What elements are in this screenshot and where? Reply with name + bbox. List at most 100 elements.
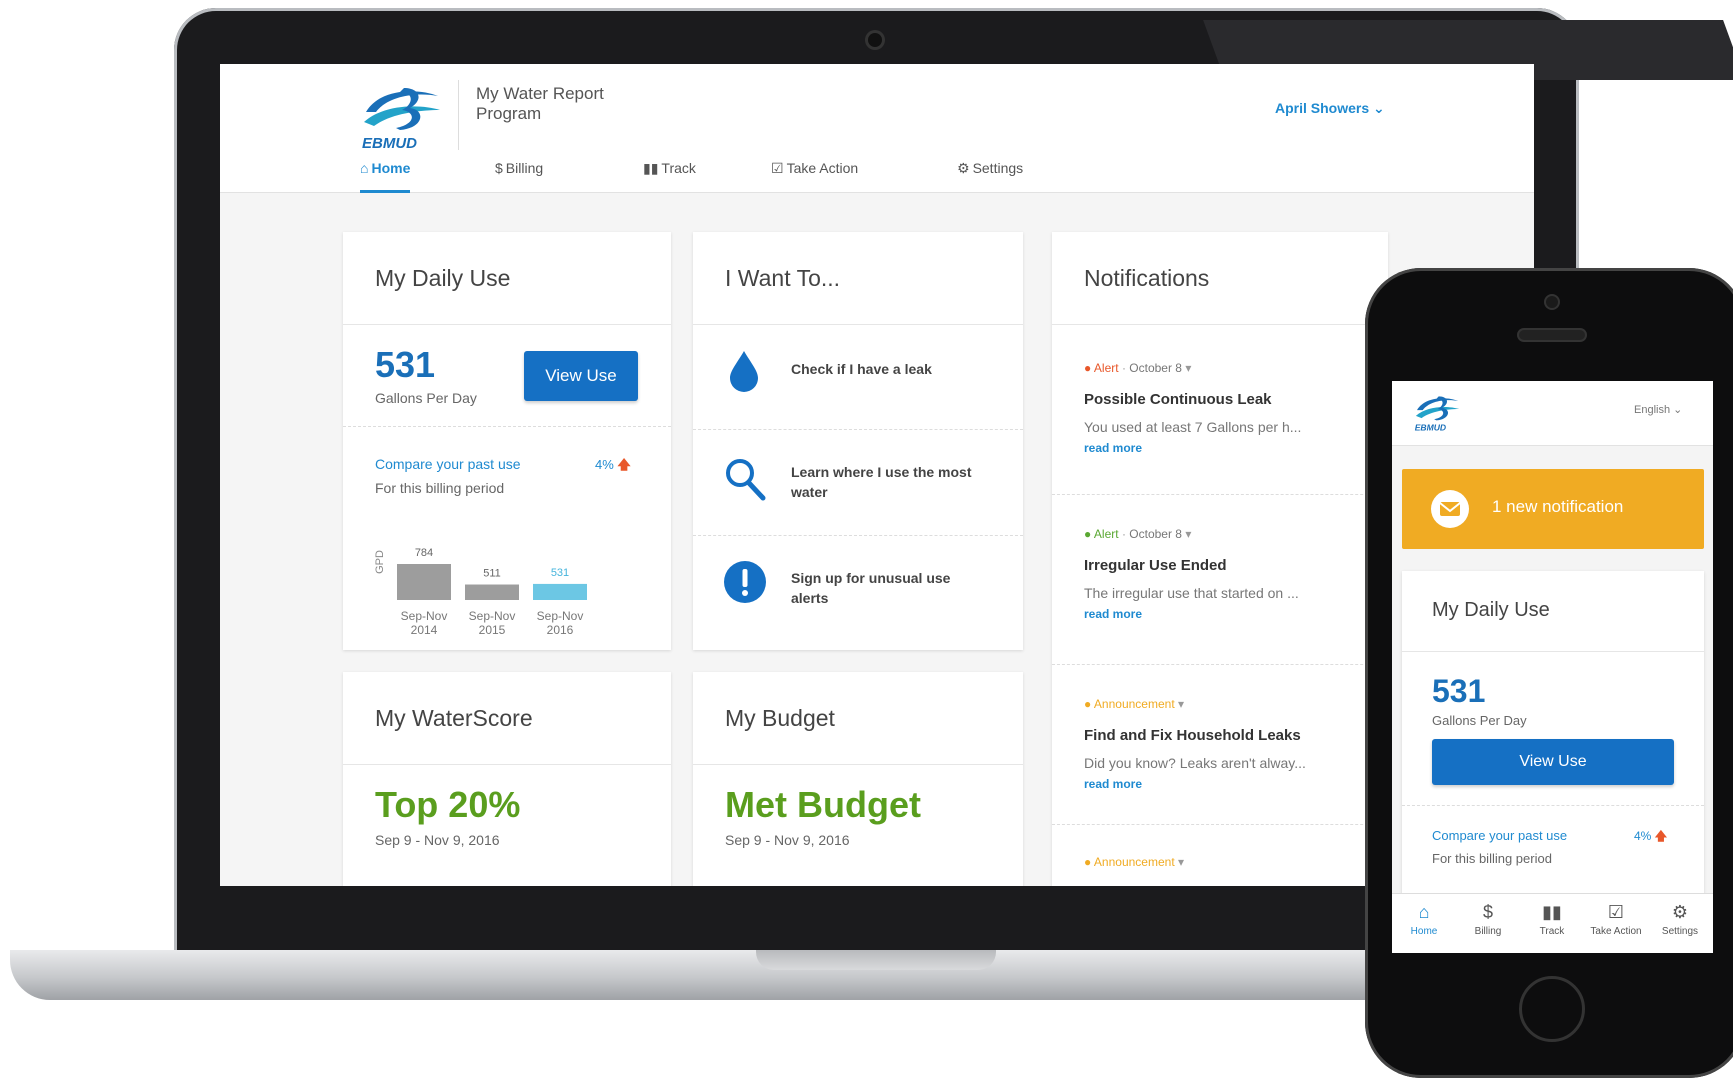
announcement-icon: ● xyxy=(1084,855,1092,869)
phone-home-button[interactable] xyxy=(1519,976,1585,1042)
bar-category-label: 2014 xyxy=(411,623,438,637)
gear-icon: ⚙ xyxy=(1671,902,1689,922)
tab-settings[interactable]: ⚙ Settings xyxy=(1648,902,1712,937)
announcement-icon: ● xyxy=(1084,697,1092,711)
brand-name: EBMUD xyxy=(1415,423,1446,433)
checkbox-icon: ☑ xyxy=(1607,902,1625,922)
divider xyxy=(343,426,671,427)
chevron-down-icon: ▾ xyxy=(1185,527,1192,541)
tab-home[interactable]: ⌂ Home xyxy=(1392,902,1456,937)
billing-period-text: For this billing period xyxy=(375,480,505,496)
budget-period: Sep 9 - Nov 9, 2016 xyxy=(725,832,850,848)
program-title: My Water Report Program xyxy=(476,84,604,123)
notification-type: Alert xyxy=(1093,361,1119,375)
separator: · xyxy=(1118,361,1130,375)
phone-view-use-button[interactable]: View Use xyxy=(1432,739,1674,785)
nav-billing[interactable]: $ Billing xyxy=(495,160,543,190)
user-menu[interactable]: April Showers ⌄ xyxy=(1275,100,1385,117)
phone-compare-link[interactable]: Compare your past use xyxy=(1432,828,1567,843)
phone-daily-use-title: My Daily Use xyxy=(1432,599,1550,621)
tab-take-action[interactable]: ☑ Take Action xyxy=(1584,902,1648,937)
laptop-notch xyxy=(756,950,996,970)
want-item-leak[interactable]: Check if I have a leak xyxy=(693,325,1023,425)
notifications-title: Notifications xyxy=(1052,232,1388,325)
bar-chart-icon: ▮▮ xyxy=(643,160,659,176)
phone-camera xyxy=(1546,296,1558,308)
notification-title: Irregular Use Ended xyxy=(1084,557,1227,574)
bar-chart-icon: ▮▮ xyxy=(1542,902,1562,922)
want-item-label: Sign up for unusual use alerts xyxy=(791,570,951,606)
bar-value-label: 511 xyxy=(483,568,501,580)
chevron-down-icon: ⌄ xyxy=(1373,100,1385,116)
ebmud-logo[interactable]: EBMUD xyxy=(1412,393,1462,433)
bar-2 xyxy=(533,583,587,600)
compare-past-use-link[interactable]: Compare your past use xyxy=(375,456,521,472)
home-icon: ⌂ xyxy=(360,160,369,176)
exclamation-icon xyxy=(724,561,766,603)
phone-header: EBMUD English ⌄ xyxy=(1392,381,1713,446)
top-bar: EBMUD My Water Report Program April Show… xyxy=(220,64,1534,193)
tab-billing[interactable]: $ Billing xyxy=(1456,902,1520,937)
bar-category-label: 2016 xyxy=(547,623,574,637)
gear-icon: ⚙ xyxy=(957,160,970,176)
divider xyxy=(1402,651,1704,652)
notification-meta: ● Announcement ▾ xyxy=(1084,855,1184,869)
banner-text: 1 new notification xyxy=(1492,497,1624,516)
tab-take-action-label: Take Action xyxy=(1590,926,1642,937)
notification-item[interactable]: ● Announcement ▾ xyxy=(1052,825,1388,886)
notification-item[interactable]: ● Alert · October 8 ▾ Possible Continuou… xyxy=(1052,325,1388,475)
bar-category-label: Sep-Nov xyxy=(401,609,448,623)
notification-meta: ● Alert · October 8 ▾ xyxy=(1084,361,1191,375)
phone-speaker xyxy=(1519,330,1585,340)
notification-banner[interactable]: 1 new notification xyxy=(1402,469,1704,549)
budget-card: My Budget Met Budget Sep 9 - Nov 9, 2016 xyxy=(693,672,1023,886)
view-use-button[interactable]: View Use xyxy=(524,351,638,401)
waterscore-card: My WaterScore Top 20% Sep 9 - Nov 9, 201… xyxy=(343,672,671,886)
daily-use-unit: Gallons Per Day xyxy=(375,390,477,406)
notification-meta: ● Alert · October 8 ▾ xyxy=(1084,527,1191,541)
want-item-learn[interactable]: Learn where I use the most water xyxy=(693,430,1023,530)
bar-category-label: 2015 xyxy=(479,623,506,637)
water-drop-icon xyxy=(730,351,758,392)
alert-icon: ● xyxy=(1084,361,1092,375)
notification-body: The irregular use that started on ... xyxy=(1084,585,1299,601)
read-more-link[interactable]: read more xyxy=(1084,607,1142,621)
read-more-link[interactable]: read more xyxy=(1084,777,1142,791)
nav-track-label: Track xyxy=(661,160,696,176)
tab-settings-label: Settings xyxy=(1661,926,1699,937)
waterscore-title: My WaterScore xyxy=(343,672,671,765)
daily-use-card: My Daily Use 531 Gallons Per Day View Us… xyxy=(343,232,671,650)
ebmud-logo[interactable]: EBMUD xyxy=(360,82,442,152)
phone-tab-bar: ⌂ Home $ Billing ▮▮ Track ☑ Take Action ⚙ Set… xyxy=(1392,893,1713,953)
waterscore-value: Top 20% xyxy=(375,784,521,825)
chart-ylabel: GPD xyxy=(374,550,386,574)
arrow-up-icon: 🡅 xyxy=(617,457,631,472)
nav-settings[interactable]: ⚙ Settings xyxy=(957,160,1023,190)
tab-track[interactable]: ▮▮ Track xyxy=(1520,902,1584,937)
chevron-down-icon: ▾ xyxy=(1178,855,1185,869)
nav-track[interactable]: ▮▮ Track xyxy=(643,160,696,190)
nav-home[interactable]: ⌂ Home xyxy=(360,160,411,193)
want-item-alerts[interactable]: Sign up for unusual use alerts xyxy=(693,536,1023,636)
compare-pct-value: 4% xyxy=(595,457,614,472)
phone-screen: EBMUD English ⌄ 1 new notification My Da… xyxy=(1392,381,1713,953)
header-divider xyxy=(458,80,459,150)
notification-item[interactable]: ● Alert · October 8 ▾ Irregular Use Ende… xyxy=(1052,495,1388,645)
dollar-icon: $ xyxy=(1482,902,1493,922)
language-select[interactable]: English ⌄ xyxy=(1634,403,1682,416)
bar-0 xyxy=(397,564,451,600)
chevron-down-icon: ⌄ xyxy=(1673,404,1683,416)
nav-take-action[interactable]: ☑ Take Action xyxy=(771,160,858,190)
read-more-link[interactable]: read more xyxy=(1084,441,1142,455)
notification-title: Possible Continuous Leak xyxy=(1084,391,1272,408)
i-want-to-card: I Want To... Check if I have a leak Lear… xyxy=(693,232,1023,650)
nav-billing-label: Billing xyxy=(505,160,544,176)
i-want-to-title: I Want To... xyxy=(693,232,1023,325)
notification-type: Alert xyxy=(1093,527,1119,541)
notification-item[interactable]: ● Announcement ▾ Find and Fix Household … xyxy=(1052,665,1388,815)
phone-daily-use-card: My Daily Use 531 Gallons Per Day View Us… xyxy=(1402,571,1704,901)
waterscore-period: Sep 9 - Nov 9, 2016 xyxy=(375,832,500,848)
checkbox-icon: ☑ xyxy=(771,160,784,176)
usage-bar-chart: GPD 784Sep-Nov2014511Sep-Nov2015531Sep-N… xyxy=(374,547,587,637)
arrow-up-icon: 🡅 xyxy=(1654,829,1668,843)
